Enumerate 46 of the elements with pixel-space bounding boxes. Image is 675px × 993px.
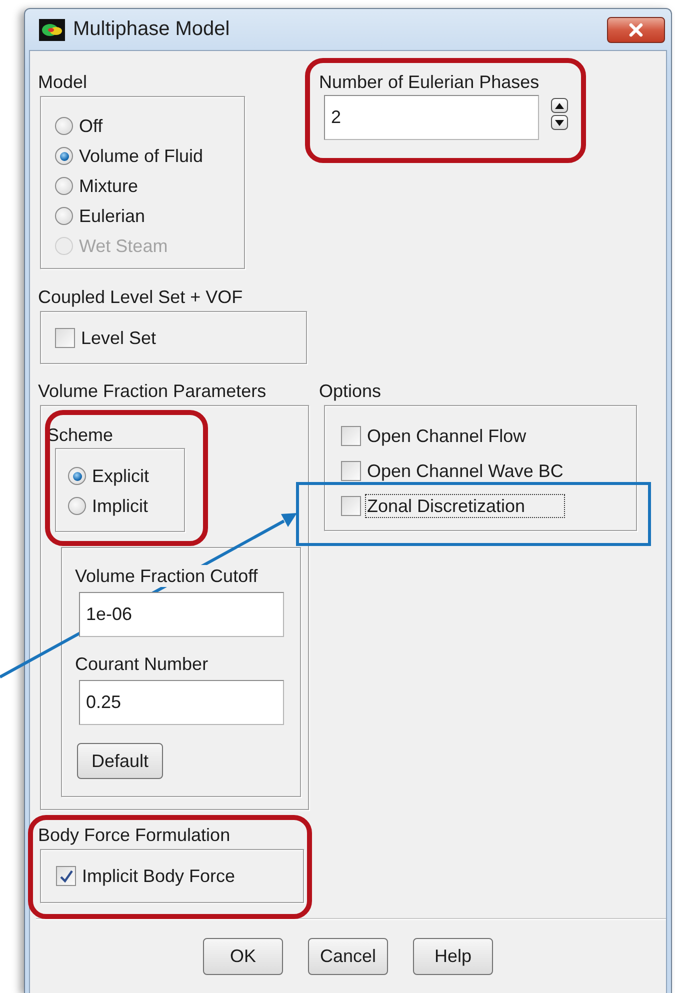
radio-button[interactable] bbox=[55, 177, 73, 195]
field-label: Number of Eulerian Phases bbox=[319, 71, 540, 93]
default-button[interactable]: Default bbox=[77, 743, 163, 779]
group-label: Coupled Level Set + VOF bbox=[38, 286, 243, 308]
radio-button[interactable] bbox=[55, 117, 73, 135]
radio-label: Off bbox=[79, 116, 103, 136]
radio-label: Eulerian bbox=[79, 206, 146, 226]
radio-label: Implicit bbox=[92, 496, 148, 516]
dialog-button[interactable]: OK bbox=[203, 938, 283, 975]
radio-label: Explicit bbox=[92, 466, 150, 486]
triangle-up-icon bbox=[555, 102, 564, 108]
dialog-button[interactable]: Cancel bbox=[308, 938, 388, 975]
group-label: Model bbox=[38, 71, 88, 93]
checkbox-label: Implicit Body Force bbox=[82, 866, 236, 886]
group-label: Scheme bbox=[47, 424, 114, 446]
input-field[interactable]: 0.25 bbox=[79, 680, 284, 725]
group-label: Options bbox=[319, 380, 382, 402]
window-title: Multiphase Model bbox=[73, 18, 230, 41]
checkbox[interactable] bbox=[341, 460, 361, 480]
checkbox[interactable] bbox=[341, 426, 361, 446]
app-icon bbox=[39, 18, 65, 40]
group-label: Volume Fraction Parameters bbox=[38, 380, 266, 402]
radio-label: Wet Steam bbox=[79, 236, 168, 256]
group-label: Body Force Formulation bbox=[38, 824, 230, 846]
checkbox-label: Open Channel Wave BC bbox=[367, 460, 564, 480]
radio-label: Mixture bbox=[79, 176, 138, 196]
checkbox-label: Level Set bbox=[81, 328, 156, 348]
checkbox-label: Open Channel Flow bbox=[367, 426, 526, 446]
triangle-down-icon bbox=[555, 120, 564, 126]
checkbox[interactable] bbox=[55, 328, 75, 348]
dialog-button[interactable]: Help bbox=[413, 938, 493, 975]
radio-button[interactable] bbox=[55, 207, 73, 225]
checkbox[interactable] bbox=[341, 496, 361, 516]
close-button[interactable] bbox=[607, 16, 665, 42]
input-field[interactable]: 2 bbox=[324, 95, 539, 140]
radio-button[interactable] bbox=[68, 497, 86, 515]
radio-button[interactable] bbox=[68, 467, 86, 485]
spin-down-button[interactable] bbox=[551, 115, 568, 130]
checkbox[interactable] bbox=[56, 866, 76, 886]
field-label: Volume Fraction Cutoff bbox=[75, 565, 258, 587]
spin-up-button[interactable] bbox=[551, 98, 568, 113]
checkbox-label: Zonal Discretization bbox=[367, 496, 564, 516]
close-icon bbox=[628, 22, 644, 36]
radio-label: Volume of Fluid bbox=[79, 146, 204, 166]
radio-button[interactable] bbox=[55, 147, 73, 165]
input-field[interactable]: 1e-06 bbox=[79, 592, 284, 637]
